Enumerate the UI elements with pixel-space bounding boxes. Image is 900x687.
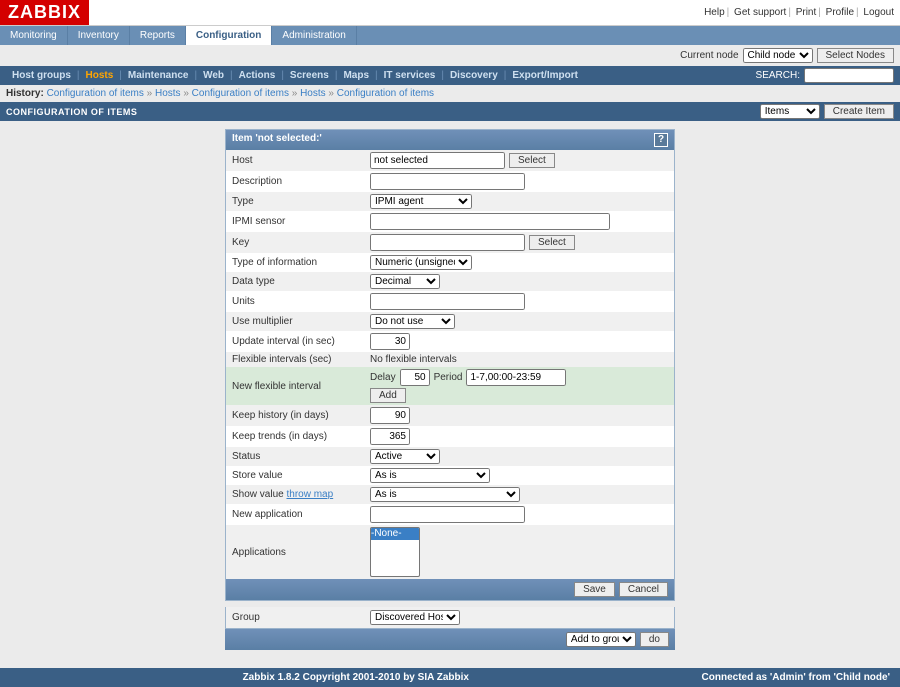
newapp-label: New application [230, 509, 370, 520]
key-input[interactable] [370, 234, 525, 251]
history-item[interactable]: Configuration of items [47, 88, 144, 99]
profile-link[interactable]: Profile [824, 7, 856, 18]
key-select-button[interactable]: Select [529, 235, 575, 250]
key-label: Key [230, 237, 370, 248]
history-bar: History: Configuration of items » Hosts … [0, 85, 900, 102]
delay-input[interactable] [400, 369, 430, 386]
top-links: Help| Get support| Print| Profile| Logou… [702, 7, 900, 18]
throw-map-link[interactable]: throw map [286, 489, 333, 500]
status-select[interactable]: Active [370, 449, 440, 464]
trends-input[interactable] [370, 428, 410, 445]
nav-host-groups[interactable]: Host groups [6, 66, 77, 85]
type-select[interactable]: IPMI agent [370, 194, 472, 209]
create-item-button[interactable]: Create Item [824, 104, 894, 119]
tab-reports[interactable]: Reports [130, 26, 186, 45]
showval-select[interactable]: As is [370, 487, 520, 502]
page-footer: Zabbix 1.8.2 Copyright 2001-2010 by SIA … [0, 668, 900, 687]
nav-actions[interactable]: Actions [233, 66, 282, 85]
addto-select[interactable]: Add to group [566, 632, 636, 647]
do-button[interactable]: do [640, 632, 669, 647]
item-form-panel: Item 'not selected:' ? Host Select Descr… [225, 129, 675, 601]
tab-monitoring[interactable]: Monitoring [0, 26, 68, 45]
support-link[interactable]: Get support [732, 7, 788, 18]
node-bar: Current node Child node Select Nodes [0, 45, 900, 66]
logout-link[interactable]: Logout [861, 7, 896, 18]
select-nodes-button[interactable]: Select Nodes [817, 48, 894, 63]
host-select-button[interactable]: Select [509, 153, 555, 168]
history-item[interactable]: Configuration of items [192, 88, 289, 99]
print-link[interactable]: Print [794, 7, 819, 18]
multiplier-label: Use multiplier [230, 316, 370, 327]
typeinfo-label: Type of information [230, 257, 370, 268]
nav-web[interactable]: Web [197, 66, 230, 85]
host-input[interactable] [370, 152, 505, 169]
current-node-select[interactable]: Child node [743, 48, 813, 63]
typeinfo-select[interactable]: Numeric (unsigned) [370, 255, 472, 270]
nav-discovery[interactable]: Discovery [444, 66, 504, 85]
description-label: Description [230, 176, 370, 187]
update-label: Update interval (in sec) [230, 336, 370, 347]
cancel-button[interactable]: Cancel [619, 582, 668, 597]
search-box: SEARCH: [756, 68, 894, 83]
nav-hosts[interactable]: Hosts [80, 66, 120, 85]
help-icon[interactable]: ? [654, 133, 668, 147]
logo: ZABBIX [0, 0, 89, 25]
tab-administration[interactable]: Administration [272, 26, 356, 45]
nav-screens[interactable]: Screens [284, 66, 335, 85]
newapp-input[interactable] [370, 506, 525, 523]
nav-it-services[interactable]: IT services [378, 66, 442, 85]
period-label: Period [434, 372, 463, 383]
update-input[interactable] [370, 333, 410, 350]
store-label: Store value [230, 470, 370, 481]
status-label: Status [230, 451, 370, 462]
nav-maps[interactable]: Maps [337, 66, 375, 85]
group-label: Group [230, 612, 370, 623]
group-select[interactable]: Discovered Hosts [370, 610, 460, 625]
units-label: Units [230, 296, 370, 307]
multiplier-select[interactable]: Do not use [370, 314, 455, 329]
history-label: Keep history (in days) [230, 410, 370, 421]
footer-connection: Connected as 'Admin' from 'Child node' [702, 672, 890, 683]
newflex-label: New flexible interval [230, 381, 370, 392]
store-select[interactable]: As is [370, 468, 490, 483]
description-input[interactable] [370, 173, 525, 190]
nav-export-import[interactable]: Export/Import [506, 66, 584, 85]
current-node-label: Current node [680, 50, 738, 61]
help-link[interactable]: Help [702, 7, 727, 18]
history-label: History: [6, 88, 44, 99]
trends-label: Keep trends (in days) [230, 431, 370, 442]
apps-listbox[interactable]: -None- [370, 527, 420, 577]
view-select[interactable]: Items [760, 104, 820, 119]
search-label: SEARCH: [756, 70, 800, 81]
save-button[interactable]: Save [574, 582, 615, 597]
units-input[interactable] [370, 293, 525, 310]
type-label: Type [230, 196, 370, 207]
host-label: Host [230, 155, 370, 166]
page-title: CONFIGURATION OF ITEMS [6, 107, 137, 117]
history-item[interactable]: Hosts [155, 88, 181, 99]
datatype-label: Data type [230, 276, 370, 287]
history-input[interactable] [370, 407, 410, 424]
datatype-select[interactable]: Decimal [370, 274, 440, 289]
panel-title: Item 'not selected:' [232, 133, 322, 147]
main-menu: Monitoring Inventory Reports Configurati… [0, 26, 900, 45]
apps-label: Applications [230, 547, 370, 558]
flexible-text: No flexible intervals [370, 354, 457, 365]
nav-maintenance[interactable]: Maintenance [122, 66, 195, 85]
history-item[interactable]: Configuration of items [337, 88, 434, 99]
delay-label: Delay [370, 372, 396, 383]
showval-label: Show value throw map [230, 489, 370, 500]
ipmi-input[interactable] [370, 213, 610, 230]
history-item[interactable]: Hosts [300, 88, 326, 99]
add-flex-button[interactable]: Add [370, 388, 406, 403]
tab-configuration[interactable]: Configuration [186, 26, 273, 45]
period-input[interactable] [466, 369, 566, 386]
title-bar: CONFIGURATION OF ITEMS Items Create Item [0, 102, 900, 121]
ipmi-label: IPMI sensor [230, 216, 370, 227]
sub-menu: Host groups| Hosts| Maintenance| Web| Ac… [0, 66, 900, 85]
flexible-label: Flexible intervals (sec) [230, 354, 370, 365]
search-input[interactable] [804, 68, 894, 83]
tab-inventory[interactable]: Inventory [68, 26, 130, 45]
footer-copyright: Zabbix 1.8.2 Copyright 2001-2010 by SIA … [243, 672, 469, 683]
